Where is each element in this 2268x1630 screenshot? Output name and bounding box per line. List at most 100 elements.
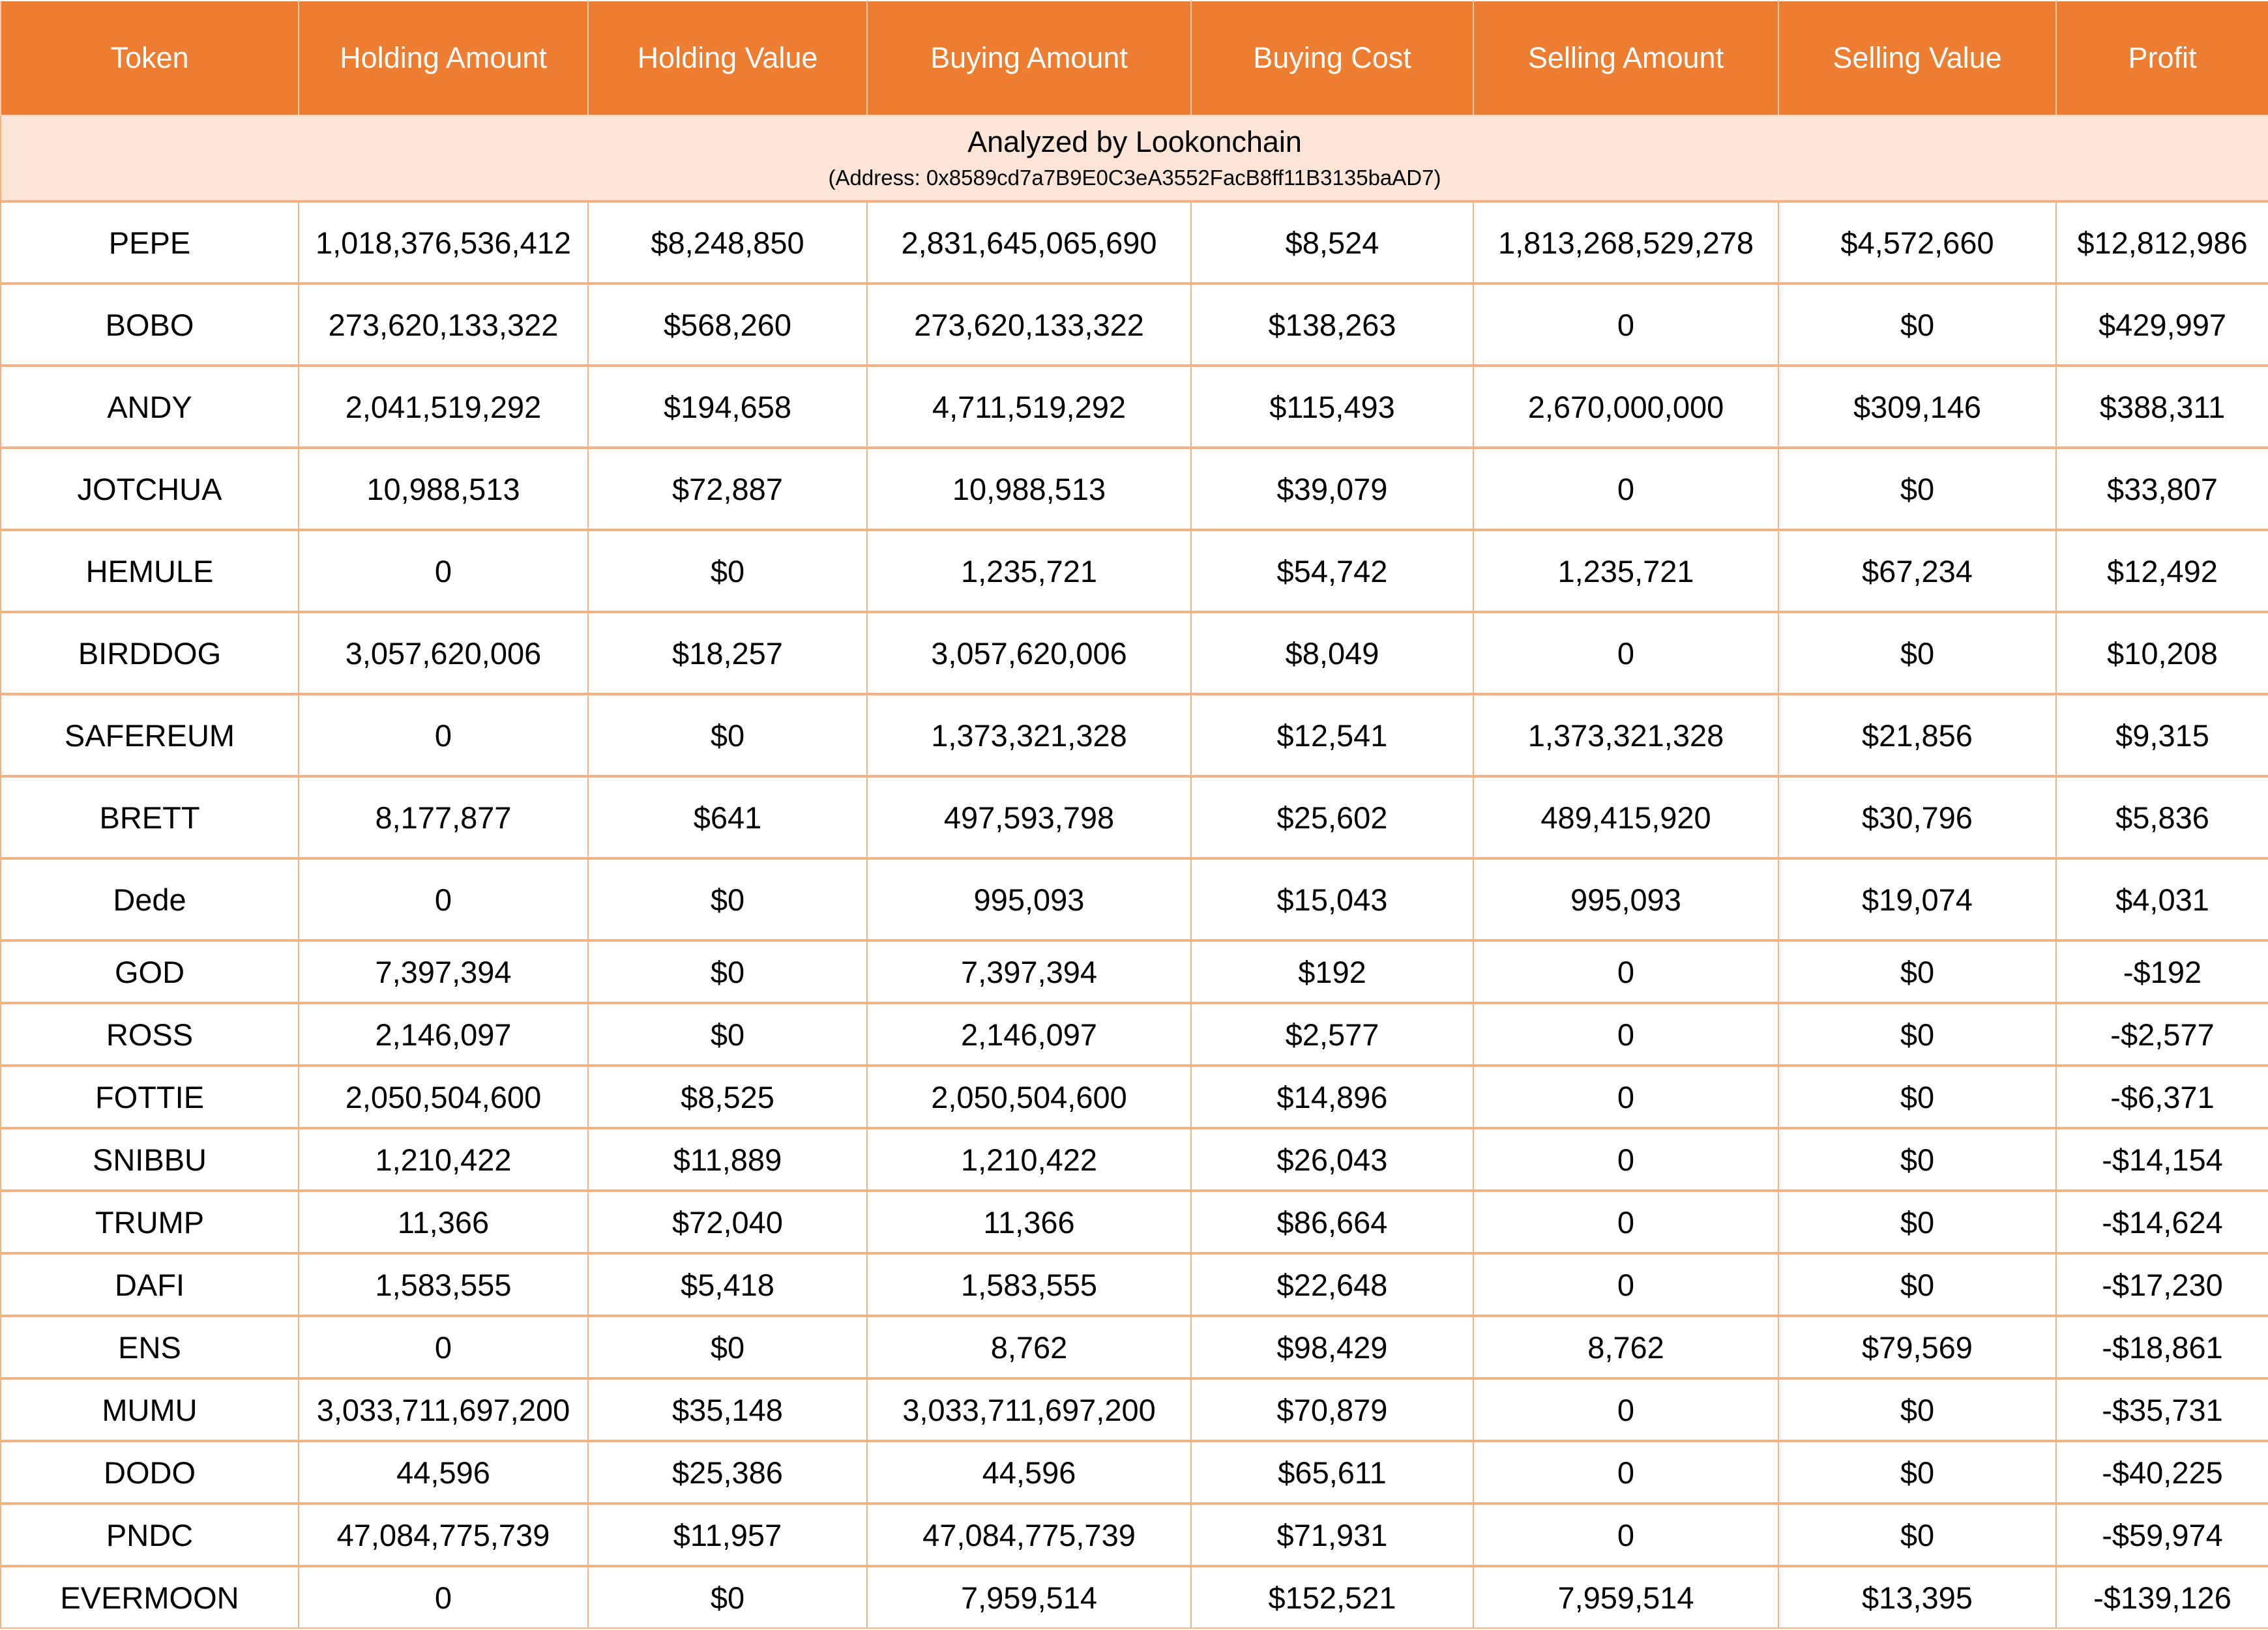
holding-value-cell: $0: [587, 940, 868, 1004]
selling-amount-cell: 1,235,721: [1473, 529, 1779, 613]
profit-cell: -$139,126: [2055, 1565, 2268, 1629]
selling-value-cell: $0: [1778, 1002, 2057, 1066]
selling-amount-cell: 1,373,321,328: [1473, 693, 1779, 777]
buying-amount-cell: 4,711,519,292: [866, 365, 1192, 448]
buying-cost-cell: $152,521: [1190, 1565, 1474, 1629]
selling-value-cell: $0: [1778, 1440, 2057, 1504]
token-cell: HEMULE: [0, 529, 299, 613]
column-header-profit: Profit: [2055, 0, 2268, 116]
selling-amount-cell: 489,415,920: [1473, 776, 1779, 859]
table-row: HEMULE 0 $0 1,235,721 $54,742 1,235,721 $67,23…: [0, 529, 2268, 613]
holding-value-cell: $0: [587, 1002, 868, 1066]
column-header-holding-value: Holding Value: [587, 0, 868, 116]
selling-value-cell: $0: [1778, 283, 2057, 366]
profit-cell: -$192: [2055, 940, 2268, 1004]
selling-amount-cell: 0: [1473, 283, 1779, 366]
buying-cost-cell: $26,043: [1190, 1128, 1474, 1191]
table-row: FOTTIE 2,050,504,600 $8,525 2,050,504,600 $1…: [0, 1065, 2268, 1129]
selling-amount-cell: 0: [1473, 1440, 1779, 1504]
buying-cost-cell: $8,524: [1190, 201, 1474, 284]
profit-cell: -$17,230: [2055, 1253, 2268, 1317]
token-cell: DAFI: [0, 1253, 299, 1317]
profit-cell: $12,812,986: [2055, 201, 2268, 284]
selling-value-cell: $0: [1778, 1253, 2057, 1317]
selling-value-cell: $0: [1778, 447, 2057, 531]
selling-amount-cell: 0: [1473, 940, 1779, 1004]
selling-amount-cell: 0: [1473, 1503, 1779, 1567]
profit-cell: $33,807: [2055, 447, 2268, 531]
selling-amount-cell: 7,959,514: [1473, 1565, 1779, 1629]
holding-value-cell: $641: [587, 776, 868, 859]
buying-amount-cell: 3,057,620,006: [866, 611, 1192, 695]
buying-amount-cell: 1,583,555: [866, 1253, 1192, 1317]
buying-amount-cell: 47,084,775,739: [866, 1503, 1192, 1567]
token-cell: BIRDDOG: [0, 611, 299, 695]
buying-cost-cell: $12,541: [1190, 693, 1474, 777]
holding-amount-cell: 0: [298, 1565, 589, 1629]
profit-cell: -$18,861: [2055, 1315, 2268, 1379]
profit-cell: $388,311: [2055, 365, 2268, 448]
analysis-banner-row: Analyzed by Lookonchain (Address: 0x8589…: [0, 115, 2268, 202]
token-cell: ANDY: [0, 365, 299, 448]
buying-amount-cell: 2,050,504,600: [866, 1065, 1192, 1129]
holding-amount-cell: 1,210,422: [298, 1128, 589, 1191]
buying-amount-cell: 7,959,514: [866, 1565, 1192, 1629]
holding-value-cell: $25,386: [587, 1440, 868, 1504]
holding-amount-cell: 10,988,513: [298, 447, 589, 531]
selling-amount-cell: 0: [1473, 611, 1779, 695]
token-cell: TRUMP: [0, 1190, 299, 1254]
holding-value-cell: $72,040: [587, 1190, 868, 1254]
selling-value-cell: $309,146: [1778, 365, 2057, 448]
holding-value-cell: $5,418: [587, 1253, 868, 1317]
column-header-buying-amount: Buying Amount: [866, 0, 1192, 116]
buying-amount-cell: 3,033,711,697,200: [866, 1378, 1192, 1442]
token-cell: Dede: [0, 858, 299, 941]
holding-amount-cell: 273,620,133,322: [298, 283, 589, 366]
buying-cost-cell: $70,879: [1190, 1378, 1474, 1442]
selling-value-cell: $0: [1778, 611, 2057, 695]
token-cell: BOBO: [0, 283, 299, 366]
selling-value-cell: $0: [1778, 1378, 2057, 1442]
holding-amount-cell: 3,033,711,697,200: [298, 1378, 589, 1442]
profit-cell: -$59,974: [2055, 1503, 2268, 1567]
token-pnl-table: Token Holding Amount Holding Value Buyin…: [0, 0, 2268, 1629]
token-cell: GOD: [0, 940, 299, 1004]
selling-value-cell: $0: [1778, 1128, 2057, 1191]
selling-value-cell: $13,395: [1778, 1565, 2057, 1629]
selling-amount-cell: 0: [1473, 1190, 1779, 1254]
selling-amount-cell: 0: [1473, 447, 1779, 531]
holding-value-cell: $8,525: [587, 1065, 868, 1129]
token-cell: MUMU: [0, 1378, 299, 1442]
buying-cost-cell: $25,602: [1190, 776, 1474, 859]
buying-cost-cell: $71,931: [1190, 1503, 1474, 1567]
token-cell: PEPE: [0, 201, 299, 284]
profit-cell: -$14,624: [2055, 1190, 2268, 1254]
selling-amount-cell: 2,670,000,000: [1473, 365, 1779, 448]
selling-amount-cell: 0: [1473, 1065, 1779, 1129]
holding-amount-cell: 0: [298, 693, 589, 777]
selling-amount-cell: 8,762: [1473, 1315, 1779, 1379]
selling-value-cell: $30,796: [1778, 776, 2057, 859]
table-row: PEPE 1,018,376,536,412 $8,248,850 2,831,645…: [0, 201, 2268, 284]
holding-amount-cell: 11,366: [298, 1190, 589, 1254]
buying-amount-cell: 497,593,798: [866, 776, 1192, 859]
selling-value-cell: $79,569: [1778, 1315, 2057, 1379]
holding-amount-cell: 0: [298, 1315, 589, 1379]
token-cell: FOTTIE: [0, 1065, 299, 1129]
holding-value-cell: $0: [587, 858, 868, 941]
selling-amount-cell: 0: [1473, 1378, 1779, 1442]
holding-amount-cell: 1,583,555: [298, 1253, 589, 1317]
selling-amount-cell: 1,813,268,529,278: [1473, 201, 1779, 284]
profit-cell: $5,836: [2055, 776, 2268, 859]
column-header-buying-cost: Buying Cost: [1190, 0, 1474, 116]
table-row: BOBO 273,620,133,322 $568,260 273,620,133,3…: [0, 283, 2268, 366]
table-row: PNDC 47,084,775,739 $11,957 47,084,775,739 $…: [0, 1503, 2268, 1567]
buying-amount-cell: 995,093: [866, 858, 1192, 941]
selling-amount-cell: 0: [1473, 1253, 1779, 1317]
holding-value-cell: $8,248,850: [587, 201, 868, 284]
wallet-address: (Address: 0x8589cd7a7B9E0C3eA3552FacB8ff…: [828, 165, 1441, 190]
buying-cost-cell: $192: [1190, 940, 1474, 1004]
buying-amount-cell: 10,988,513: [866, 447, 1192, 531]
table-row: SNIBBU 1,210,422 $11,889 1,210,422 $26,043 0 $…: [0, 1128, 2268, 1191]
selling-value-cell: $19,074: [1778, 858, 2057, 941]
